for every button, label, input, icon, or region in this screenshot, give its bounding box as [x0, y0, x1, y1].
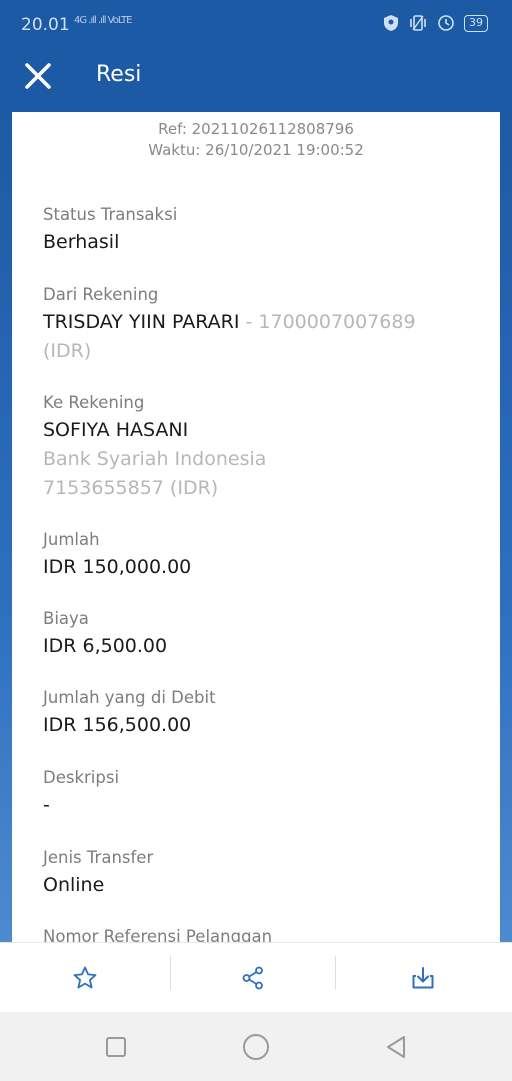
from-account-field: Dari Rekening TRISDAY YIIN PARARI - 1700… — [43, 284, 483, 366]
share-button[interactable] — [235, 960, 271, 996]
signal-indicator: 4G .ıll .ıll VoLTE — [74, 15, 132, 26]
fee-label: Biaya — [43, 609, 89, 628]
from-account-currency: (IDR) — [43, 340, 92, 362]
customer-ref-field: Nomor Referensi Pelanggan — [43, 926, 483, 942]
amount-label: Jumlah — [43, 530, 100, 549]
amount-field: Jumlah IDR 150,000.00 — [43, 529, 483, 582]
from-account-label: Dari Rekening — [43, 285, 159, 304]
download-icon — [412, 967, 434, 989]
star-icon — [73, 966, 97, 989]
divider — [170, 956, 171, 990]
page-title: Resi — [96, 62, 142, 87]
alarm-icon — [438, 15, 454, 31]
divider — [335, 956, 336, 990]
from-account-number: - 1700007007689 — [239, 311, 416, 333]
amount-value: IDR 150,000.00 — [43, 556, 192, 578]
fee-value: IDR 6,500.00 — [43, 635, 168, 657]
debit-label: Jumlah yang di Debit — [43, 688, 216, 707]
close-icon — [25, 63, 51, 89]
status-value: Berhasil — [43, 231, 120, 253]
to-account-label: Ke Rekening — [43, 393, 145, 412]
system-nav-bar — [0, 1012, 512, 1081]
to-account-name: SOFIYA HASANI — [43, 419, 189, 441]
home-button[interactable] — [241, 1032, 271, 1062]
description-value: - — [43, 794, 50, 816]
transfer-type-value: Online — [43, 874, 105, 896]
vibrate-icon — [410, 15, 426, 31]
to-account-field: Ke Rekening SOFIYA HASANI Bank Syariah In… — [43, 392, 483, 503]
status-time: 20.01 — [21, 15, 70, 35]
status-label: Status Transaksi — [43, 205, 178, 224]
transaction-time: Waktu: 26/10/2021 19:00:52 — [148, 141, 364, 159]
transfer-type-field: Jenis Transfer Online — [43, 847, 483, 900]
triangle-back-icon — [387, 1036, 405, 1058]
back-button[interactable] — [381, 1032, 411, 1062]
status-field: Status Transaksi Berhasil — [43, 204, 483, 257]
shield-icon — [384, 15, 398, 31]
download-button[interactable] — [405, 960, 441, 996]
close-button[interactable] — [22, 60, 54, 92]
debit-field: Jumlah yang di Debit IDR 156,500.00 — [43, 687, 483, 740]
fee-field: Biaya IDR 6,500.00 — [43, 608, 483, 661]
app-bar: Resi — [0, 48, 512, 112]
description-label: Deskripsi — [43, 768, 120, 787]
action-bar — [0, 942, 512, 1012]
recents-button[interactable] — [101, 1032, 131, 1062]
status-icons: 39 — [383, 14, 488, 32]
circle-icon — [243, 1034, 269, 1060]
reference-number: Ref: 20211026112808796 — [158, 120, 354, 138]
favorite-button[interactable] — [67, 960, 103, 996]
from-account-value: TRISDAY YIIN PARARI - 1700007007689 (IDR) — [43, 308, 483, 366]
from-account-name: TRISDAY YIIN PARARI — [43, 311, 240, 333]
battery-icon: 39 — [464, 14, 488, 32]
status-bar: 20.01 4G .ıll .ıll VoLTE 39 — [0, 0, 512, 48]
to-account-value: SOFIYA HASANI Bank Syariah Indonesia 71536… — [43, 416, 483, 503]
to-account-bank: Bank Syariah Indonesia — [43, 448, 267, 470]
transfer-type-label: Jenis Transfer — [43, 848, 154, 867]
customer-ref-label: Nomor Referensi Pelanggan — [43, 927, 273, 942]
description-field: Deskripsi - — [43, 767, 483, 820]
square-icon — [106, 1037, 126, 1057]
share-icon — [242, 966, 263, 990]
to-account-number: 7153655857 (IDR) — [43, 477, 219, 499]
debit-value: IDR 156,500.00 — [43, 714, 192, 736]
receipt-card: Ref: 20211026112808796 Waktu: 26/10/2021… — [12, 112, 500, 942]
